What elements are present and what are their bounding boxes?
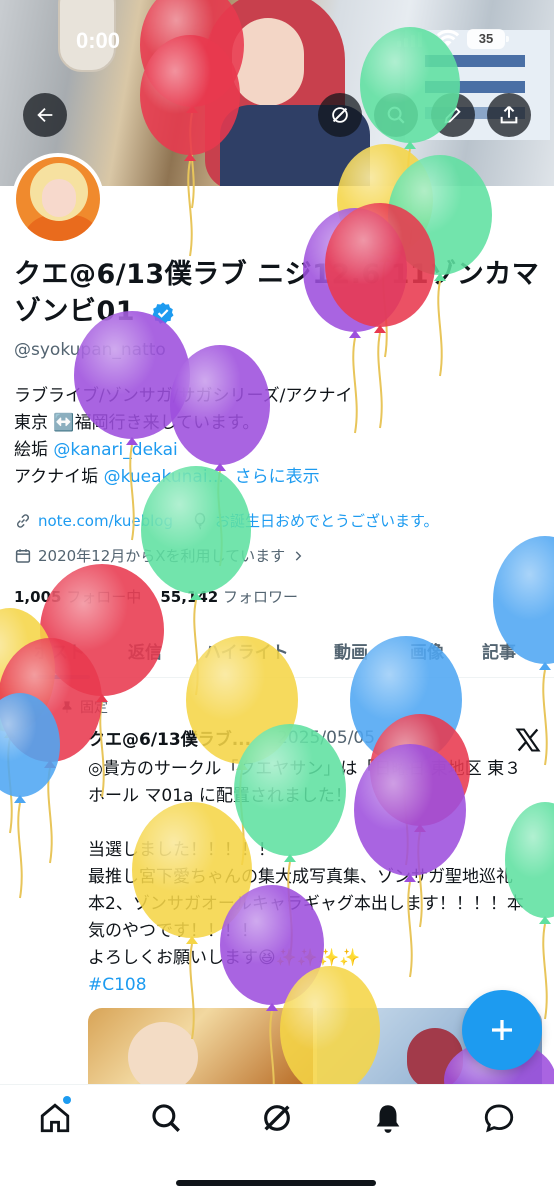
follow-stats: 1,005 フォロー中 55,142 フォロワー bbox=[14, 586, 298, 607]
battery-indicator: 35 bbox=[467, 29, 509, 49]
tweet-date[interactable]: 2025/05/05 bbox=[277, 728, 375, 748]
tab-images[interactable]: 画像 bbox=[410, 638, 444, 663]
joined-date-row[interactable]: 2020年12月からXを利用しています bbox=[14, 545, 311, 566]
website-item[interactable]: note.com/kueblog bbox=[14, 512, 173, 530]
home-indicator bbox=[176, 1180, 376, 1186]
search-button[interactable] bbox=[374, 93, 418, 137]
profile-handle: @syokupan_natto bbox=[14, 340, 166, 360]
tab-posts[interactable]: ポスト bbox=[34, 638, 85, 663]
pinned-label: 固定 bbox=[60, 697, 108, 717]
active-tab-indicator bbox=[30, 675, 90, 679]
search-icon[interactable] bbox=[149, 1101, 183, 1135]
cellular-signal-icon bbox=[397, 31, 422, 47]
messages-icon[interactable] bbox=[482, 1101, 516, 1135]
bio-label: アクナイ垢 bbox=[14, 467, 99, 487]
profile-bio: ラブライブ/ゾンサガ/サガシリーズ/アクナイ 東京 ↔️福岡行き来しています。 … bbox=[14, 383, 534, 491]
edit-button[interactable] bbox=[431, 93, 475, 137]
website-link[interactable]: note.com/kueblog bbox=[38, 512, 173, 530]
notifications-icon[interactable] bbox=[371, 1101, 405, 1135]
compose-button[interactable] bbox=[462, 990, 542, 1070]
avatar-face bbox=[42, 179, 76, 217]
back-button[interactable] bbox=[23, 93, 67, 137]
followers-label: フォロワー bbox=[223, 588, 299, 606]
calendar-icon bbox=[15, 548, 31, 563]
tweet-author[interactable]: クエ@6/13僕ラブ... bbox=[88, 725, 251, 750]
birthday-item: お誕生日おめでとうございます。 bbox=[191, 510, 439, 531]
chevron-right-icon bbox=[295, 550, 302, 561]
tweet-image[interactable] bbox=[88, 1008, 313, 1088]
followers-stat[interactable]: 55,142 フォロワー bbox=[160, 588, 298, 606]
tab-articles[interactable]: 記事 bbox=[482, 638, 516, 663]
followers-count: 55,142 bbox=[160, 588, 219, 606]
profile-meta-row: note.com/kueblog お誕生日おめでとうございます。 bbox=[14, 510, 457, 531]
search-icon bbox=[387, 106, 405, 124]
verified-badge-icon[interactable] bbox=[151, 301, 175, 325]
bio-line-painter: 絵垢 @kanari_dekai bbox=[14, 437, 534, 464]
birthday-text: お誕生日おめでとうございます。 bbox=[215, 512, 439, 530]
pinned-text: 固定 bbox=[80, 700, 108, 716]
share-icon bbox=[500, 106, 518, 124]
grok-icon bbox=[332, 107, 348, 123]
avatar[interactable] bbox=[12, 153, 104, 245]
arrow-left-icon bbox=[37, 107, 53, 123]
bio-line: 東京 ↔️福岡行き来しています。 bbox=[14, 413, 260, 433]
bio-label: 絵垢 bbox=[14, 440, 48, 460]
x-logo-icon bbox=[515, 728, 541, 752]
notification-dot bbox=[63, 1096, 71, 1104]
link-icon bbox=[16, 513, 30, 528]
mention-link[interactable]: @kueakunai... bbox=[104, 467, 224, 487]
display-name: クエ@6/13僕ラブ ニジ12.6 11ゾンカマ ゾンビ01 bbox=[14, 259, 540, 327]
tab-videos[interactable]: 動画 bbox=[334, 638, 368, 663]
bio-line-aknai: アクナイ垢 @kueakunai... さらに表示 bbox=[14, 464, 534, 491]
pin-icon bbox=[62, 701, 72, 713]
plus-icon bbox=[492, 1020, 512, 1040]
grok-icon[interactable] bbox=[260, 1101, 294, 1135]
following-label: フォロー中 bbox=[66, 588, 142, 606]
hashtag-link[interactable]: #C108 bbox=[88, 975, 147, 995]
tweet-text: ◎貴方のサークル「クエヤサン」は「日曜日 東地区 東３ホール マ01a に配置さ… bbox=[88, 759, 524, 968]
following-stat[interactable]: 1,005 フォロー中 bbox=[14, 588, 141, 606]
tab-highlights[interactable]: ハイライト bbox=[204, 638, 289, 663]
tweet-body[interactable]: ◎貴方のサークル「クエヤサン」は「日曜日 東地区 東３ホール マ01a に配置さ… bbox=[88, 756, 528, 999]
status-time: 0:00 bbox=[76, 28, 121, 53]
balloon-icon bbox=[194, 512, 206, 530]
grok-button[interactable] bbox=[318, 93, 362, 137]
joined-text: 2020年12月からXを利用しています bbox=[38, 547, 286, 565]
status-bar: 0:00 35 bbox=[0, 0, 554, 70]
share-button[interactable] bbox=[487, 93, 531, 137]
mention-link[interactable]: @kanari_dekai bbox=[53, 440, 177, 460]
balloon bbox=[0, 693, 60, 899]
following-count: 1,005 bbox=[14, 588, 62, 606]
bio-line: ラブライブ/ゾンサガ/サガシリーズ/アクナイ bbox=[14, 386, 353, 406]
wifi-icon bbox=[436, 29, 460, 46]
profile-name-block: クエ@6/13僕ラブ ニジ12.6 11ゾンカマ ゾンビ01 bbox=[14, 256, 544, 330]
tab-replies[interactable]: 返信 bbox=[128, 638, 162, 663]
profile-tabs: ポスト 返信 ハイライト 動画 画像 記事 bbox=[0, 628, 554, 679]
pencil-icon bbox=[444, 107, 461, 124]
show-more-link[interactable]: さらに表示 bbox=[235, 467, 320, 487]
tweet-header: クエ@6/13僕ラブ... 2025/05/05 bbox=[88, 725, 528, 751]
home-icon[interactable] bbox=[38, 1101, 72, 1135]
